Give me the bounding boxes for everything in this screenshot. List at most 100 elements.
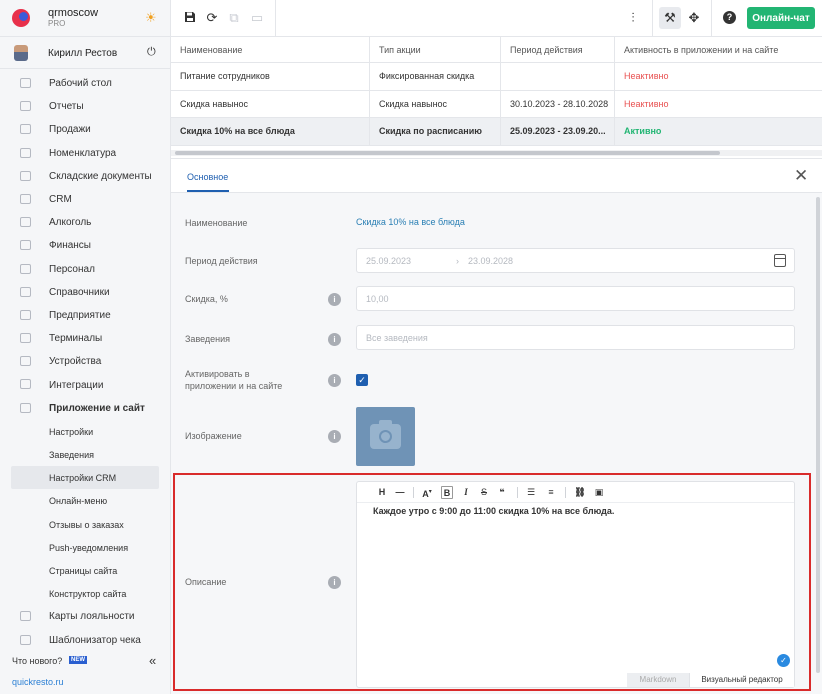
subnav-item-online-menu[interactable]: Онлайн-меню: [0, 489, 170, 512]
tools-icon[interactable]: ⚒: [663, 11, 677, 25]
bullet-list-icon[interactable]: ☰: [525, 486, 537, 499]
horizontal-scrollbar[interactable]: [171, 150, 822, 156]
strikethrough-icon[interactable]: S: [479, 486, 489, 499]
sidebar-item-loyalty-cards[interactable]: Карты лояльности: [0, 605, 170, 628]
venues-field[interactable]: Все заведения: [356, 325, 795, 350]
table-row[interactable]: Скидка навынос Скидка навынос 30.10.2023…: [171, 90, 822, 118]
whats-new-link[interactable]: Что нового?: [12, 656, 62, 666]
org-name[interactable]: qrmoscow: [48, 7, 98, 19]
bold-icon[interactable]: B: [441, 486, 453, 499]
sidebar-item-crm[interactable]: CRM: [0, 188, 170, 211]
period-field[interactable]: 25.09.2023 › 23.09.2028: [356, 248, 795, 273]
sun-icon[interactable]: ☀: [145, 11, 158, 24]
refresh-icon[interactable]: ⟳: [205, 11, 219, 25]
name-value[interactable]: Скидка 10% на все блюда: [356, 217, 465, 227]
sidebar-item-terminals[interactable]: Терминалы: [0, 327, 170, 350]
subnav-item-label: Заведения: [49, 450, 95, 460]
site-link[interactable]: quickresto.ru: [12, 677, 64, 687]
sidebar-item-finance[interactable]: Финансы: [0, 234, 170, 257]
sidebar-header: qrmoscow PRO ☀: [0, 0, 170, 37]
activate-checkbox[interactable]: ✓: [356, 374, 368, 386]
collapse-sidebar-icon[interactable]: «: [149, 653, 156, 668]
subnav-item-push[interactable]: Push-уведомления: [0, 536, 170, 559]
editor-content[interactable]: Каждое утро с 9:00 до 11:00 скидка 10% н…: [373, 506, 614, 516]
power-icon[interactable]: ⏻: [147, 46, 156, 59]
sidebar-item-label: Рабочий стол: [49, 78, 112, 90]
device-icon: [20, 356, 31, 367]
image-icon[interactable]: ▣: [593, 486, 605, 499]
heading-icon[interactable]: H: [377, 486, 387, 499]
column-header-period[interactable]: Период действия: [500, 37, 614, 62]
close-icon[interactable]: ✕: [794, 167, 808, 184]
subnav-item-crm-settings[interactable]: Настройки CRM: [11, 466, 159, 490]
subnav-item-site-builder[interactable]: Конструктор сайта: [0, 582, 170, 605]
sidebar-item-label: Алкоголь: [49, 217, 92, 229]
link-icon[interactable]: ⛓: [573, 486, 587, 499]
image-label: Изображение: [185, 431, 242, 441]
column-header-type[interactable]: Тип акции: [369, 37, 500, 62]
subnav-item-settings[interactable]: Настройки: [0, 420, 170, 443]
sidebar-item-warehouse[interactable]: Складские документы: [0, 165, 170, 188]
export-icon[interactable]: ▭: [250, 11, 264, 25]
sidebar-item-reports[interactable]: Отчеты: [0, 95, 170, 118]
move-icon[interactable]: ✥: [687, 11, 701, 25]
subnav-item-venues[interactable]: Заведения: [0, 443, 170, 466]
save-icon[interactable]: [183, 11, 197, 25]
description-editor[interactable]: H — A▾ B I S ❝ ☰ ≡ ⛓ ▣ Каждое утро с 9:0…: [356, 481, 795, 688]
italic-icon[interactable]: I: [461, 486, 471, 499]
sidebar-nav: Рабочий стол Отчеты Продажи Номенклатура…: [0, 72, 170, 652]
period-from: 25.09.2023: [366, 256, 412, 266]
info-icon[interactable]: i: [328, 576, 341, 589]
column-header-activity[interactable]: Активность в приложении и на сайте: [614, 37, 822, 62]
sidebar-item-nomenclature[interactable]: Номенклатура: [0, 142, 170, 165]
cell-name: Питание сотрудников: [180, 71, 270, 82]
tab-markdown[interactable]: Markdown: [627, 673, 689, 687]
table-row[interactable]: Питание сотрудников Фиксированная скидка…: [171, 63, 822, 91]
copy-icon[interactable]: ⧉: [227, 11, 241, 25]
quote-icon[interactable]: ❝: [497, 486, 507, 499]
sidebar-item-enterprise[interactable]: Предприятие: [0, 304, 170, 327]
help-icon[interactable]: ?: [723, 11, 736, 24]
sidebar-item-staff[interactable]: Персонал: [0, 258, 170, 281]
camera-icon: [370, 420, 401, 449]
scrollbar-thumb[interactable]: [175, 151, 720, 155]
sidebar-item-app-site[interactable]: Приложение и сайт: [0, 397, 170, 420]
subnav-item-label: Онлайн-меню: [49, 496, 108, 507]
basket-icon: [20, 124, 31, 135]
info-icon[interactable]: i: [328, 430, 341, 443]
sidebar-item-label: Карты лояльности: [49, 611, 135, 623]
subnav-item-site-pages[interactable]: Страницы сайта: [0, 559, 170, 582]
sidebar-item-sales[interactable]: Продажи: [0, 118, 170, 141]
sidebar-item-devices[interactable]: Устройства: [0, 350, 170, 373]
subnav-item-order-reviews[interactable]: Отзывы о заказах: [0, 513, 170, 536]
user-name[interactable]: Кирилл Рестов: [48, 48, 117, 59]
avatar[interactable]: [14, 45, 28, 61]
table-row[interactable]: Скидка 10% на все блюда Скидка по распис…: [171, 118, 822, 146]
sidebar-item-desktop[interactable]: Рабочий стол: [0, 72, 170, 95]
sidebar-item-directories[interactable]: Справочники: [0, 281, 170, 304]
column-header-name[interactable]: Наименование: [171, 37, 369, 62]
text-color-icon[interactable]: A▾: [421, 486, 433, 499]
logo-icon: [12, 9, 30, 27]
info-icon[interactable]: i: [328, 333, 341, 346]
activate-label: Активировать в приложении и на сайте: [185, 369, 283, 391]
sidebar-item-integrations[interactable]: Интеграции: [0, 373, 170, 396]
numbered-list-icon[interactable]: ≡: [545, 486, 557, 499]
sidebar-item-alcohol[interactable]: Алкоголь: [0, 211, 170, 234]
online-chat-button[interactable]: Онлайн-чат: [747, 7, 815, 29]
sidebar-item-receipt-templates[interactable]: Шаблонизатор чека: [0, 629, 170, 652]
cell-status: Неактивно: [614, 90, 822, 117]
calendar-icon[interactable]: [774, 254, 786, 267]
tab-visual-editor[interactable]: Визуальный редактор: [689, 673, 794, 687]
filters-icon[interactable]: ⫶: [626, 11, 640, 25]
image-upload[interactable]: [356, 407, 415, 466]
info-icon[interactable]: i: [328, 374, 341, 387]
subnav-item-label: Настройки CRM: [49, 473, 117, 484]
check-circle-icon[interactable]: ✓: [777, 654, 790, 667]
dashboard-icon: [20, 78, 31, 88]
vertical-scrollbar[interactable]: [816, 197, 820, 673]
horizontal-rule-icon[interactable]: —: [395, 486, 405, 499]
info-icon[interactable]: i: [328, 293, 341, 306]
discount-field[interactable]: 10,00: [356, 286, 795, 311]
tab-main[interactable]: Основное: [187, 172, 228, 182]
